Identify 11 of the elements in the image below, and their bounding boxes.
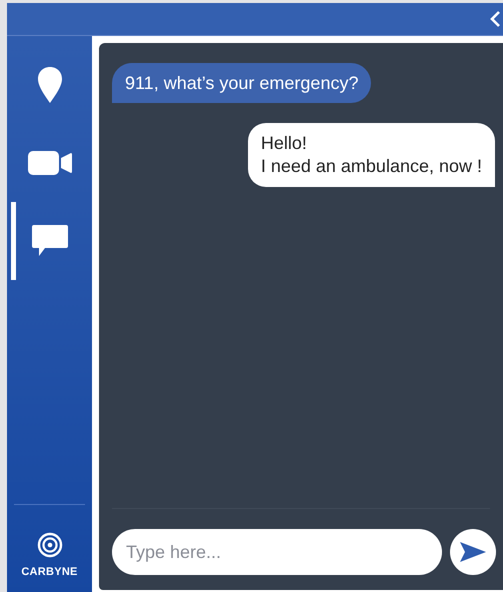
chat-bubble-icon — [32, 225, 68, 257]
message-input[interactable]: Type here... — [112, 529, 442, 575]
logo-icon — [36, 532, 62, 558]
incoming-message: 911, what’s your emergency? — [112, 63, 372, 103]
send-button[interactable] — [450, 529, 496, 575]
brand-name: CARBYNE — [21, 564, 78, 580]
send-icon — [460, 542, 486, 562]
video-camera-icon — [28, 151, 72, 175]
collapse-icon[interactable] — [489, 9, 503, 29]
outgoing-message: Hello! I need an ambulance, now ! — [248, 123, 495, 187]
location-pin-icon — [38, 67, 62, 103]
